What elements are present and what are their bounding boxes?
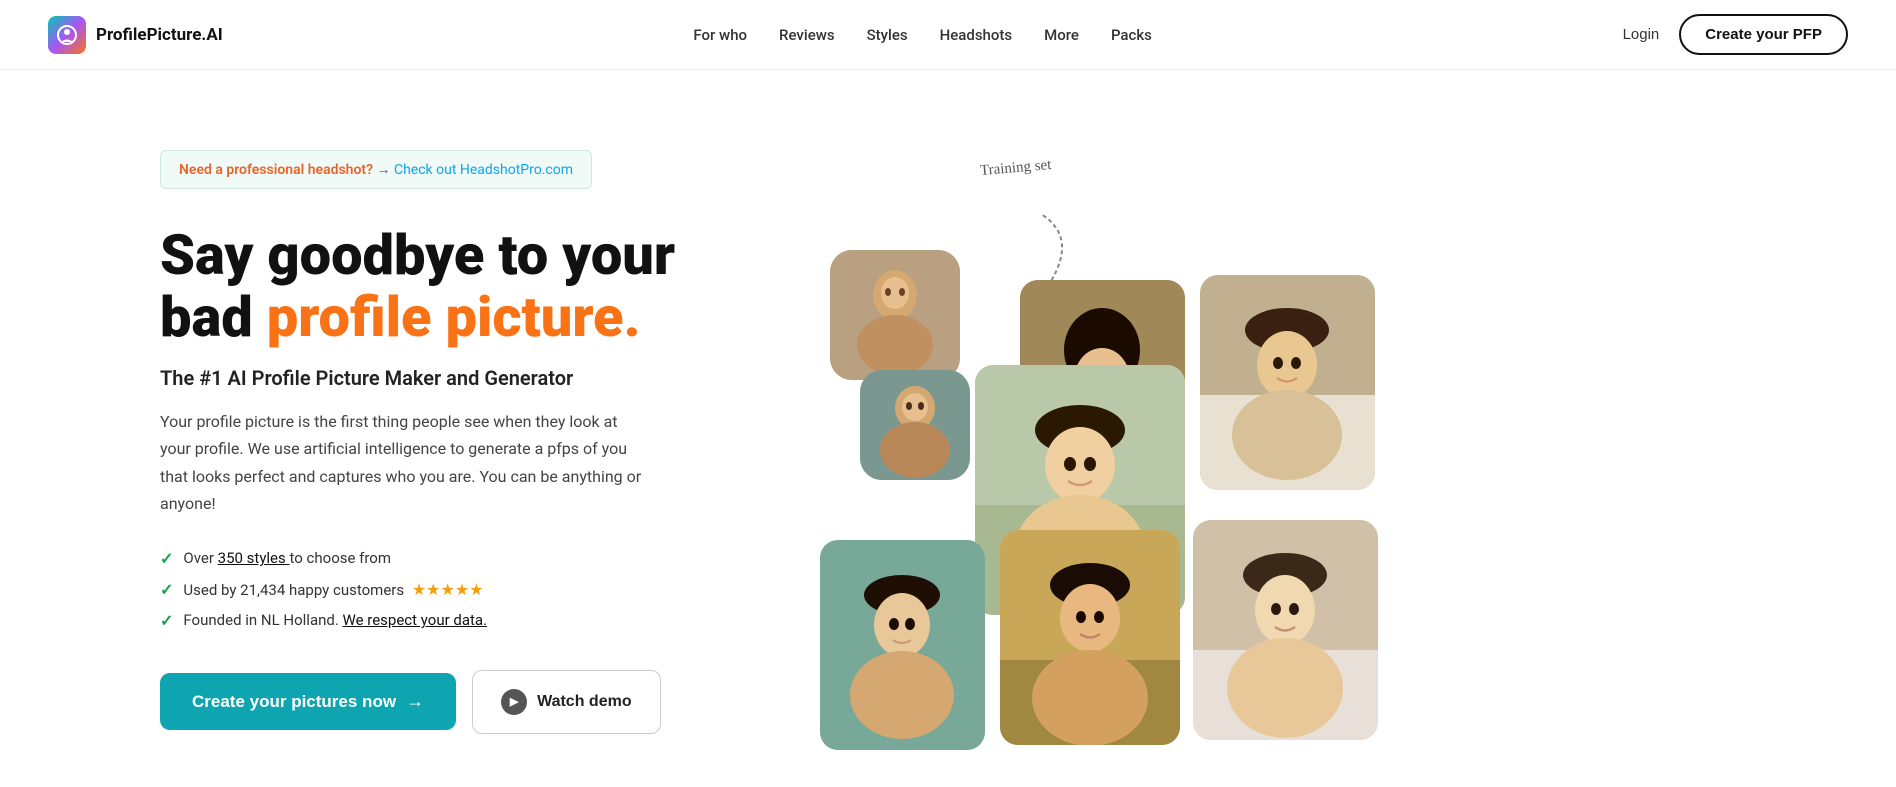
nav-more[interactable]: More: [1044, 26, 1079, 44]
ai-photo-6: [1193, 520, 1378, 740]
hero-heading: Say goodbye to your bad profile picture.: [160, 225, 740, 348]
banner-link[interactable]: Check out HeadshotPro.com: [394, 162, 573, 178]
create-pictures-label: Create your pictures now: [192, 692, 396, 712]
logo-text: ProfilePicture.AI: [96, 25, 223, 45]
ai-photo-4: [820, 540, 985, 750]
cta-row: Create your pictures now → ▶ Watch demo: [160, 670, 740, 734]
heading-line2-plain: bad: [160, 284, 267, 350]
checklist-text-1: Used by 21,434 happy customers ★★★★★: [183, 580, 483, 599]
check-icon-0: ✓: [160, 549, 173, 568]
heading-line2-highlight: profile picture.: [267, 284, 641, 350]
navbar: ProfilePicture.AI For who Reviews Styles…: [0, 0, 1896, 70]
play-icon: ▶: [501, 689, 527, 715]
logo[interactable]: ProfilePicture.AI: [48, 16, 223, 54]
hero-description: Your profile picture is the first thing …: [160, 408, 650, 517]
nav-headshots[interactable]: Headshots: [940, 26, 1013, 44]
checklist-item-1: ✓ Used by 21,434 happy customers ★★★★★: [160, 580, 740, 599]
watch-demo-button[interactable]: ▶ Watch demo: [472, 670, 661, 734]
checklist-text-2: Founded in NL Holland. We respect your d…: [183, 611, 487, 629]
hero-right: Training set: [800, 130, 1816, 730]
heading-line1: Say goodbye to your: [160, 222, 675, 288]
privacy-link[interactable]: We respect your data.: [343, 611, 488, 629]
arrow-icon: →: [406, 691, 424, 712]
nav-links: For who Reviews Styles Headshots More Pa…: [693, 26, 1151, 44]
ai-photo-2: [1200, 275, 1375, 490]
login-button[interactable]: Login: [1623, 26, 1660, 43]
nav-packs[interactable]: Packs: [1111, 26, 1152, 44]
banner: Need a professional headshot? → Check ou…: [160, 150, 592, 189]
logo-icon: [48, 16, 86, 54]
training-photo-2: [860, 370, 970, 480]
banner-highlight: Need a professional headshot?: [179, 162, 373, 178]
nav-styles[interactable]: Styles: [867, 26, 908, 44]
training-label: Training set: [979, 157, 1052, 180]
photo-collage: [800, 190, 1816, 730]
checklist: ✓ Over 350 styles to choose from ✓ Used …: [160, 549, 740, 630]
create-pictures-button[interactable]: Create your pictures now →: [160, 673, 456, 730]
checklist-item-0: ✓ Over 350 styles to choose from: [160, 549, 740, 568]
check-icon-2: ✓: [160, 611, 173, 630]
ai-photo-5: [1000, 530, 1180, 745]
create-pfp-button[interactable]: Create your PFP: [1679, 14, 1848, 55]
hero-section: Need a professional headshot? → Check ou…: [0, 70, 1896, 787]
nav-right: Login Create your PFP: [1623, 14, 1848, 55]
hero-subtitle: The #1 AI Profile Picture Maker and Gene…: [160, 366, 740, 390]
stars: ★★★★★: [412, 580, 484, 599]
banner-separator: →: [377, 162, 391, 178]
styles-link[interactable]: 350 styles: [218, 549, 290, 567]
training-photo-1: [830, 250, 960, 380]
checklist-item-2: ✓ Founded in NL Holland. We respect your…: [160, 611, 740, 630]
check-icon-1: ✓: [160, 580, 173, 599]
checklist-text-0: Over 350 styles to choose from: [183, 549, 391, 567]
nav-for-who[interactable]: For who: [693, 26, 747, 44]
hero-left: Need a professional headshot? → Check ou…: [160, 130, 740, 734]
nav-reviews[interactable]: Reviews: [779, 26, 835, 44]
watch-demo-label: Watch demo: [537, 693, 632, 711]
